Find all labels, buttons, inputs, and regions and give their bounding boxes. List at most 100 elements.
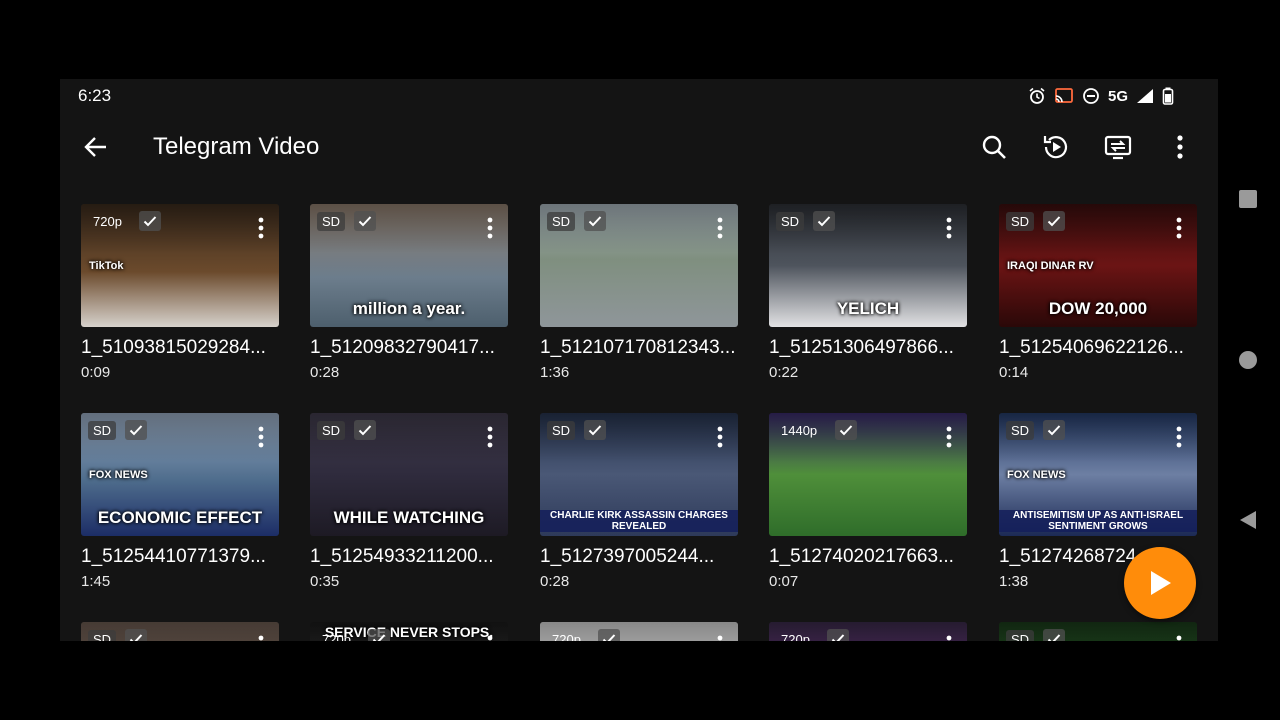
quality-badge: SD [317, 212, 346, 231]
page-title: Telegram Video [153, 133, 320, 160]
status-icons: 5G [1028, 87, 1174, 105]
check-icon [372, 634, 386, 641]
video-more-button[interactable] [253, 216, 269, 240]
video-more-button[interactable] [712, 634, 728, 641]
video-thumbnail[interactable]: SD [999, 622, 1197, 641]
video-thumbnail[interactable]: SD [81, 622, 279, 641]
video-duration: 0:14 [999, 364, 1029, 381]
video-card[interactable]: TikTok 720p 1_51093815029284... 0:09 [81, 204, 279, 394]
select-checkbox[interactable] [827, 629, 849, 641]
home-nav-button[interactable] [1232, 344, 1264, 376]
select-checkbox[interactable] [584, 420, 606, 440]
select-checkbox[interactable] [1043, 211, 1065, 231]
video-card[interactable]: SERVICE NEVER STOPS. 720p [310, 622, 508, 641]
video-card[interactable]: SD [81, 622, 279, 641]
status-time: 6:23 [78, 86, 112, 105]
video-more-button[interactable] [1171, 216, 1187, 240]
video-thumbnail[interactable]: 720p [540, 622, 738, 641]
video-more-button[interactable] [1171, 425, 1187, 449]
video-duration: 0:09 [81, 364, 111, 381]
select-checkbox[interactable] [813, 211, 835, 231]
video-thumbnail[interactable]: ECONOMIC EFFECT FOX NEWS SD [81, 413, 279, 536]
quality-badge: 720p [781, 632, 810, 641]
select-checkbox[interactable] [354, 211, 376, 231]
video-card[interactable]: 1440p 1_51274020217663... 0:07 [769, 413, 967, 603]
thumbnail-caption: WHILE WATCHING [333, 508, 485, 527]
video-thumbnail[interactable]: CHARLIE KIRK ASSASSIN CHARGES REVEALED SD [540, 413, 738, 536]
arrow-left-icon [84, 137, 106, 157]
quality-badge: SD [317, 421, 346, 440]
video-thumbnail[interactable]: 1440p [769, 413, 967, 536]
thumbnail-caption: ANTISEMITISM UP AS ANTI-ISRAEL SENTIMENT… [999, 510, 1197, 532]
video-card[interactable]: DOW 20,000 IRAQI DINAR RV SD 1_512540696221… [999, 204, 1197, 394]
video-file-name: 1_512107170812343... [540, 337, 736, 358]
video-more-button[interactable] [482, 425, 498, 449]
video-more-button[interactable] [482, 216, 498, 240]
overflow-menu-button[interactable] [1160, 129, 1200, 165]
video-card[interactable]: WHILE WATCHING SD 1_51254933211200... 0:35 [310, 413, 508, 603]
back-button[interactable] [80, 133, 112, 161]
select-checkbox[interactable] [598, 629, 620, 641]
select-checkbox[interactable] [139, 211, 161, 231]
video-card[interactable]: 720p [540, 622, 738, 641]
video-thumbnail[interactable]: ANTISEMITISM UP AS ANTI-ISRAEL SENTIMENT… [999, 413, 1197, 536]
video-card[interactable]: SD [999, 622, 1197, 641]
video-thumbnail[interactable]: SD [540, 204, 738, 327]
video-more-button[interactable] [1171, 634, 1187, 641]
video-card[interactable]: ECONOMIC EFFECT FOX NEWS SD 1_5125441077137… [81, 413, 279, 603]
select-checkbox[interactable] [125, 629, 147, 641]
toolbar-actions [974, 129, 1200, 165]
more-vertical-icon [487, 217, 493, 239]
video-more-button[interactable] [482, 634, 498, 641]
video-thumbnail[interactable]: YELICH SD [769, 204, 967, 327]
screen-transfer-icon [1104, 135, 1132, 160]
video-file-name: 1_51254933211200... [310, 546, 494, 567]
select-checkbox[interactable] [584, 211, 606, 231]
video-thumbnail[interactable]: TikTok 720p [81, 204, 279, 327]
subtitle-button[interactable] [1098, 129, 1138, 165]
quality-badge: SD [547, 212, 576, 231]
search-button[interactable] [974, 129, 1014, 165]
select-checkbox[interactable] [835, 420, 857, 440]
video-thumbnail[interactable]: 720p [769, 622, 967, 641]
check-icon [129, 634, 143, 641]
video-more-button[interactable] [712, 216, 728, 240]
select-checkbox[interactable] [354, 420, 376, 440]
play-fab-button[interactable] [1124, 547, 1196, 619]
video-more-button[interactable] [941, 634, 957, 641]
video-card[interactable]: 720p [769, 622, 967, 641]
history-button[interactable] [1036, 129, 1076, 165]
video-more-button[interactable] [712, 425, 728, 449]
video-card[interactable]: SD 1_512107170812343... 1:36 [540, 204, 738, 394]
check-icon [129, 425, 143, 436]
select-checkbox[interactable] [1043, 420, 1065, 440]
video-thumbnail[interactable]: million a year. SD [310, 204, 508, 327]
video-more-button[interactable] [253, 634, 269, 641]
triangle-back-icon [1240, 511, 1256, 529]
check-icon [839, 425, 853, 436]
more-vertical-icon [717, 635, 723, 641]
video-more-button[interactable] [941, 216, 957, 240]
square-icon [1239, 190, 1257, 208]
select-checkbox[interactable] [368, 629, 390, 641]
video-duration: 0:35 [310, 573, 340, 590]
recents-nav-button[interactable] [1232, 183, 1264, 215]
video-more-button[interactable] [253, 425, 269, 449]
video-card[interactable]: YELICH SD 1_51251306497866... 0:22 [769, 204, 967, 394]
quality-badge: 720p [322, 632, 351, 641]
select-checkbox[interactable] [1043, 629, 1065, 641]
quality-badge: 720p [552, 632, 581, 641]
video-card[interactable]: CHARLIE KIRK ASSASSIN CHARGES REVEALED SD… [540, 413, 738, 603]
video-card[interactable]: million a year. SD 1_51209832790417... 0:28 [310, 204, 508, 394]
video-thumbnail[interactable]: DOW 20,000 IRAQI DINAR RV SD [999, 204, 1197, 327]
more-vertical-icon [1177, 135, 1183, 159]
video-thumbnail[interactable]: SERVICE NEVER STOPS. 720p [310, 622, 508, 641]
quality-badge: SD [776, 212, 805, 231]
back-nav-button[interactable] [1232, 504, 1264, 536]
more-vertical-icon [487, 426, 493, 448]
video-more-button[interactable] [941, 425, 957, 449]
video-thumbnail[interactable]: WHILE WATCHING SD [310, 413, 508, 536]
select-checkbox[interactable] [125, 420, 147, 440]
video-duration: 0:28 [310, 364, 340, 381]
battery-icon [1162, 87, 1174, 105]
